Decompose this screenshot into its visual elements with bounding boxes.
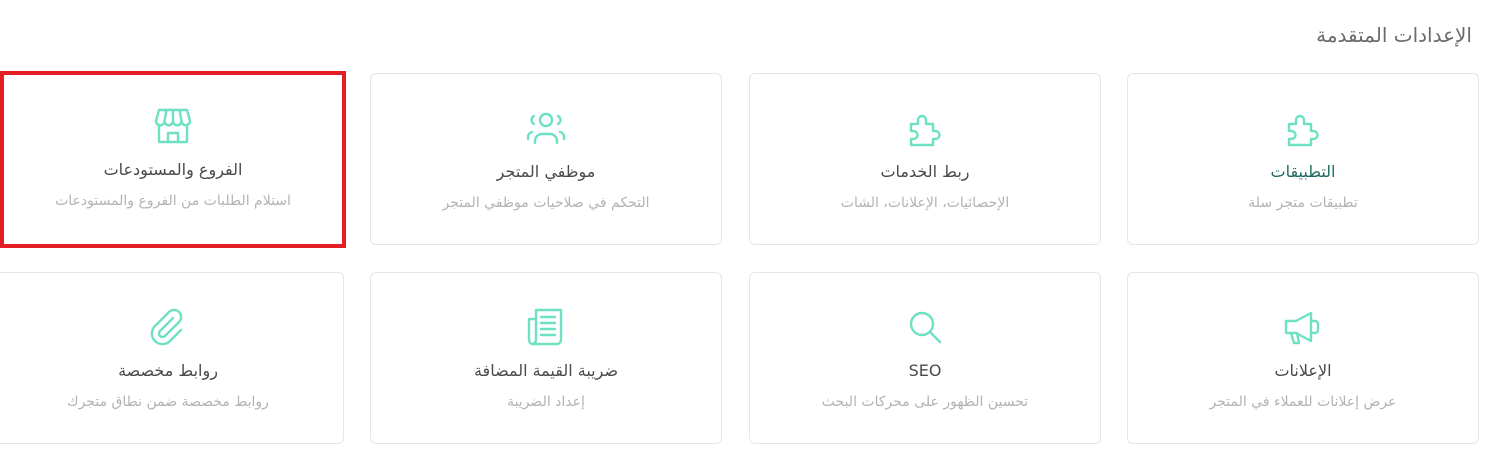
megaphone-icon	[1281, 305, 1325, 349]
puzzle-icon	[903, 106, 947, 150]
card-title: ربط الخدمات	[880, 162, 970, 181]
card-seo[interactable]: SEO تحسين الظهور على محركات البحث	[749, 272, 1101, 444]
users-icon	[524, 106, 568, 150]
card-service-integration[interactable]: ربط الخدمات الإحصائيات، الإعلانات، الشات	[749, 73, 1101, 245]
advanced-settings-page: الإعدادات المتقدمة التطبيقات تطبيقات متج…	[0, 0, 1490, 458]
card-title: SEO	[908, 361, 942, 380]
card-title: الإعلانات	[1274, 361, 1332, 380]
card-apps[interactable]: التطبيقات تطبيقات متجر سلة	[1127, 73, 1479, 245]
card-title: التطبيقات	[1270, 162, 1336, 181]
card-title: ضريبة القيمة المضافة	[473, 361, 619, 380]
card-description: تحسين الظهور على محركات البحث	[821, 394, 1029, 410]
card-title: الفروع والمستودعات	[103, 160, 243, 179]
card-title: روابط مخصصة	[118, 361, 218, 380]
receipt-icon	[524, 305, 568, 349]
card-description: روابط مخصصة ضمن نطاق متجرك	[67, 394, 269, 410]
card-description: استلام الطلبات من الفروع والمستودعات	[55, 193, 291, 209]
card-description: عرض إعلانات للعملاء في المتجر	[1209, 394, 1397, 410]
card-branches-warehouses[interactable]: الفروع والمستودعات استلام الطلبات من الف…	[0, 71, 346, 248]
card-description: تطبيقات متجر سلة	[1248, 195, 1358, 211]
store-icon	[151, 104, 195, 148]
paperclip-icon	[146, 305, 190, 349]
card-ads[interactable]: الإعلانات عرض إعلانات للعملاء في المتجر	[1127, 272, 1479, 444]
puzzle-icon	[1281, 106, 1325, 150]
card-description: إعداد الضريبة	[507, 394, 585, 410]
card-description: الإحصائيات، الإعلانات، الشات	[840, 195, 1010, 211]
section-title: الإعدادات المتقدمة	[1316, 23, 1472, 47]
card-vat[interactable]: ضريبة القيمة المضافة إعداد الضريبة	[370, 272, 722, 444]
card-store-employees[interactable]: موظفي المتجر التحكم في صلاحيات موظفي الم…	[370, 73, 722, 245]
card-custom-links[interactable]: روابط مخصصة روابط مخصصة ضمن نطاق متجرك	[0, 272, 344, 444]
search-icon	[903, 305, 947, 349]
card-description: التحكم في صلاحيات موظفي المتجر	[442, 195, 650, 211]
card-title: موظفي المتجر	[496, 162, 596, 181]
